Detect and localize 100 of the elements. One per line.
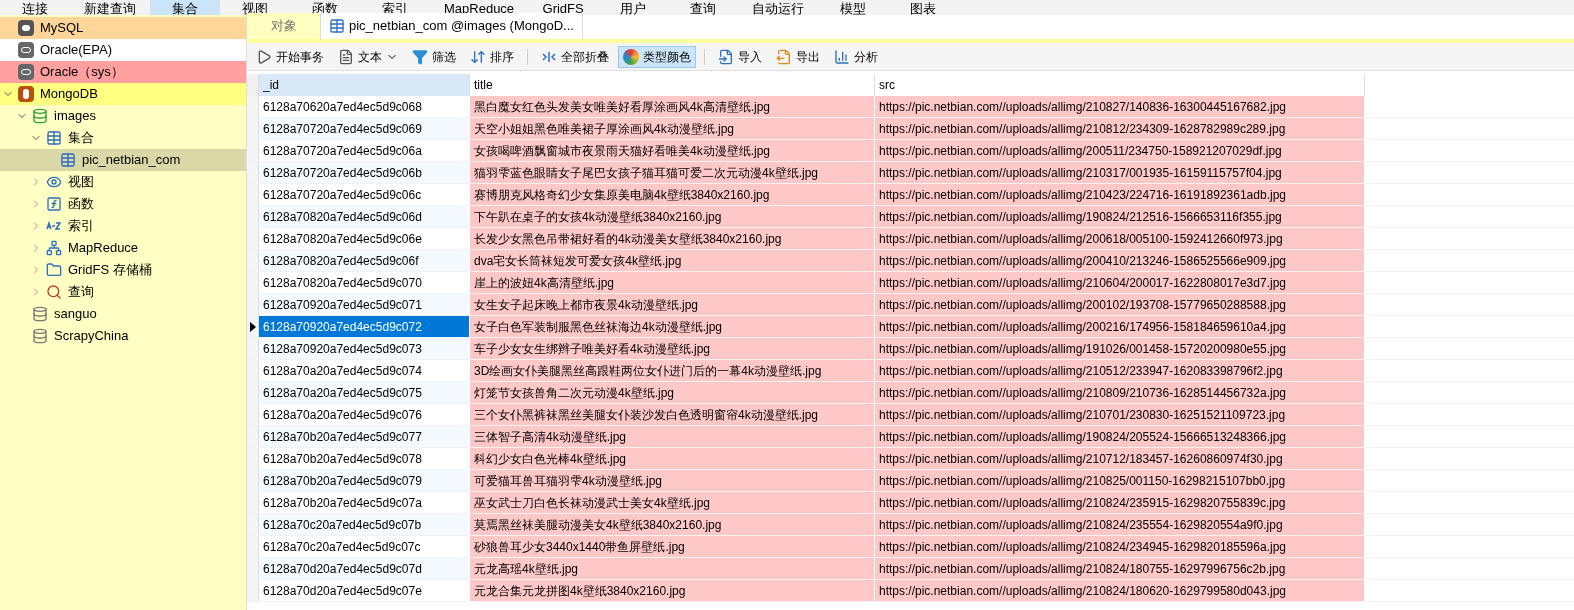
table-cell: https://pic.netbian.com//uploads/allimg/200216/174956-158184659610a4.jpg [875, 316, 1365, 337]
tree-item[interactable]: MongoDB [0, 83, 246, 105]
table-row[interactable]: 6128a70720a7ed4ec5d9c069 天空小姐姐黑色唯美裙子厚涂画风4k动漫壁纸.jpg https://pic.netbian.com//uploads/allimg/210812/234309-1628782989c289.jpg [247, 118, 1574, 140]
table-cell: 车子少女女生绑辫子唯美好看4k动漫壁纸.jpg [470, 338, 875, 359]
table-cell: 莫焉黑丝袜美腿动漫美女4k壁纸3840x2160.jpg [470, 514, 875, 535]
tree-item[interactable]: 视图 [0, 171, 246, 193]
table-cell: 三个女仆黑裤袜黑丝美腿女仆装沙发白色透明窗帘4k动漫壁纸.jpg [470, 404, 875, 425]
document-icon [338, 48, 354, 65]
tree-item[interactable]: 索引 [0, 215, 246, 237]
tree-item[interactable]: MySQL [0, 17, 246, 39]
tab[interactable]: pic_netbian_com @images (MongoD... [321, 13, 583, 39]
ribbon-tab[interactable]: 集合 [150, 0, 220, 15]
table-row[interactable]: 6128a70820a7ed4ec5d9c06f dva宅女长筒袜短发可爱女孩4k壁纸.jpg https://pic.netbian.com//uploads/allimg/200410/213246-1586525566e909.jpg [247, 250, 1574, 272]
folder-icon [46, 262, 62, 278]
tree-item[interactable]: ScrapyChina [0, 325, 246, 347]
tree-item[interactable]: GridFS 存储桶 [0, 259, 246, 281]
ribbon-tab[interactable]: 自动运行 [738, 0, 819, 15]
tree-item[interactable]: Oracle（sys） [0, 61, 246, 83]
table-cell: https://pic.netbian.com//uploads/allimg/190824/212516-1566653116f355.jpg [875, 206, 1365, 227]
tab[interactable]: 对象 [247, 13, 321, 39]
tree-item[interactable]: MapReduce [0, 237, 246, 259]
tree-item[interactable]: 查询 [0, 281, 246, 303]
table-icon [329, 18, 345, 34]
color-wheel-icon [623, 48, 639, 65]
table-row[interactable]: 6128a70a20a7ed4ec5d9c075 灯笼节女孩兽角二次元动漫4k壁纸.jpg https://pic.netbian.com//uploads/allimg/210809/210736-1628514456732a.jpg [247, 382, 1574, 404]
tree-item[interactable]: images [0, 105, 246, 127]
toolbar-button[interactable]: 类型颜色 [618, 45, 696, 68]
table-row[interactable]: 6128a70d20a7ed4ec5d9c07e 元龙合集元龙拼图4k壁纸3840x2160.jpg https://pic.netbian.com//uploads/allimg/210824/180620-1629799580d043.jpg [247, 580, 1574, 602]
ribbon-tab[interactable]: 模型 [818, 0, 889, 15]
table-cell: 6128a70b20a7ed4ec5d9c077 [259, 426, 470, 447]
query-icon [46, 284, 62, 300]
tree-item[interactable]: sanguo [0, 303, 246, 325]
toolbar-button[interactable]: 开始事务 [251, 45, 329, 68]
toolbar-button[interactable]: 导入 [713, 45, 767, 68]
column-header[interactable]: _id [259, 74, 470, 96]
table-row[interactable]: 6128a70b20a7ed4ec5d9c077 三体智子高清4k动漫壁纸.jpg https://pic.netbian.com//uploads/allimg/190824/205524-15666513248366.jpg [247, 426, 1574, 448]
table-cell: 猫羽雫蓝色眼睛女子尾巴女孩子猫耳猫可爱二次元动漫4k壁纸.jpg [470, 162, 875, 183]
bar-chart-icon [834, 48, 850, 65]
table-row[interactable]: 6128a70d20a7ed4ec5d9c07d 元龙高瑶4k壁纸.jpg https://pic.netbian.com//uploads/allimg/210824/180755-16297996756c2b.jpg [247, 558, 1574, 580]
table-cell: 长发少女黑色吊带裙好看的4k动漫美女壁纸3840x2160.jpg [470, 228, 875, 249]
table-icon [60, 152, 76, 168]
table-cell: https://pic.netbian.com//uploads/allimg/210712/183457-16260860974f30.jpg [875, 448, 1365, 469]
table-cell: 女生女子起床晚上都市夜景4k动漫壁纸.jpg [470, 294, 875, 315]
table-row[interactable]: 6128a70b20a7ed4ec5d9c07a 巫女武士刀白色长袜动漫武士美女4k壁纸.jpg https://pic.netbian.com//uploads/allimg/210824/235915-1629820755839c.jpg [247, 492, 1574, 514]
table-cell: 天空小姐姐黑色唯美裙子厚涂画风4k动漫壁纸.jpg [470, 118, 875, 139]
ribbon-tab[interactable]: 新建查询 [70, 0, 150, 15]
toolbar-button[interactable]: 分析 [829, 45, 883, 68]
table-row[interactable]: 6128a70920a7ed4ec5d9c071 女生女子起床晚上都市夜景4k动漫壁纸.jpg https://pic.netbian.com//uploads/allimg/200102/193708-15779650288588.jpg [247, 294, 1574, 316]
table-cell: 元龙高瑶4k壁纸.jpg [470, 558, 875, 579]
ribbon-tab[interactable]: 图表 [888, 0, 959, 15]
tree-item[interactable]: Oracle(EPA) [0, 39, 246, 61]
ribbon-tab[interactable]: 查询 [668, 0, 739, 15]
table-row[interactable]: 6128a70b20a7ed4ec5d9c078 科幻少女白色光棒4k壁纸.jpg https://pic.netbian.com//uploads/allimg/210712/183457-16260860974f30.jpg [247, 448, 1574, 470]
table-cell: 女子白色军装制服黑色丝袜海边4k动漫壁纸.jpg [470, 316, 875, 337]
table-cell: 科幻少女白色光棒4k壁纸.jpg [470, 448, 875, 469]
table-row[interactable]: 6128a70b20a7ed4ec5d9c079 可爱猫耳兽耳猫羽雫4k动漫壁纸.jpg https://pic.netbian.com//uploads/allimg/210825/001150-16298215107bb0.jpg [247, 470, 1574, 492]
table-cell: https://pic.netbian.com//uploads/allimg/210824/235915-1629820755839c.jpg [875, 492, 1365, 513]
table-cell: 下午趴在桌子的女孩4k动漫壁纸3840x2160.jpg [470, 206, 875, 227]
table-row[interactable]: 6128a70820a7ed4ec5d9c06e 长发少女黑色吊带裙好看的4k动漫美女壁纸3840x2160.jpg https://pic.netbian.com//uploads/allimg/200618/005100-1592412660f973.jpg [247, 228, 1574, 250]
table-cell: dva宅女长筒袜短发可爱女孩4k壁纸.jpg [470, 250, 875, 271]
table-cell: https://pic.netbian.com//uploads/allimg/210824/180620-1629799580d043.jpg [875, 580, 1365, 601]
table-row[interactable]: 6128a70720a7ed4ec5d9c06c 赛博朋克风格奇幻少女集原美电脑4k壁纸3840x2160.jpg https://pic.netbian.com//uploads/allimg/210423/224716-16191892361adb.jpg [247, 184, 1574, 206]
toolbar-button[interactable]: 全部折叠 [536, 45, 614, 68]
table-cell: 6128a70920a7ed4ec5d9c071 [259, 294, 470, 315]
toolbar-button[interactable]: 排序 [465, 45, 519, 68]
table-row[interactable]: 6128a70820a7ed4ec5d9c06d 下午趴在桌子的女孩4k动漫壁纸3840x2160.jpg https://pic.netbian.com//uploads/allimg/190824/212516-1566653116f355.jpg [247, 206, 1574, 228]
table-row[interactable]: 6128a70c20a7ed4ec5d9c07c 砂狼兽耳少女3440x1440带鱼屏壁纸.jpg https://pic.netbian.com//uploads/allimg/210824/234945-1629820185596a.jpg [247, 536, 1574, 558]
table-row[interactable]: 6128a70720a7ed4ec5d9c06a 女孩喝啤酒飘窗城市夜景雨天猫好看唯美4k动漫壁纸.jpg https://pic.netbian.com//uploads/allimg/200511/234750-158921207029df.jpg [247, 140, 1574, 162]
table-row[interactable]: 6128a70a20a7ed4ec5d9c074 3D绘画女仆美腿黑丝高跟鞋两位女仆进门后的一幕4k动漫壁纸.jpg https://pic.netbian.com//uploads/allimg/210512/233947-162083398796f2.jpg [247, 360, 1574, 382]
table-cell: 三体智子高清4k动漫壁纸.jpg [470, 426, 875, 447]
view-icon [46, 174, 62, 190]
table-row[interactable]: 6128a70720a7ed4ec5d9c06b 猫羽雫蓝色眼睛女子尾巴女孩子猫耳猫可爱二次元动漫4k壁纸.jpg https://pic.netbian.com//uploads/allimg/210317/001935-16159115757f04.jpg [247, 162, 1574, 184]
table-cell: 6128a70920a7ed4ec5d9c073 [259, 338, 470, 359]
table-row[interactable]: 6128a70820a7ed4ec5d9c070 崖上的波妞4k高清壁纸.jpg https://pic.netbian.com//uploads/allimg/210604/200017-1622808017e3d7.jpg [247, 272, 1574, 294]
toolbar-button[interactable]: 导出 [771, 45, 825, 68]
database-icon [32, 328, 48, 344]
table-row[interactable]: 6128a70a20a7ed4ec5d9c076 三个女仆黑裤袜黑丝美腿女仆装沙发白色透明窗帘4k动漫壁纸.jpg https://pic.netbian.com//uploads/allimg/210701/230830-16251521109723.jpg [247, 404, 1574, 426]
tree-item[interactable]: pic_netbian_com [0, 149, 246, 171]
table-row[interactable]: 6128a70620a7ed4ec5d9c068 黑白魔女红色头发美女唯美好看厚涂画风4k高清壁纸.jpg https://pic.netbian.com//uploads/allimg/210827/140836-16300445167682.jpg [247, 96, 1574, 118]
table-row[interactable]: 6128a70920a7ed4ec5d9c072 女子白色军装制服黑色丝袜海边4k动漫壁纸.jpg https://pic.netbian.com//uploads/allimg/200216/174956-158184659610a4.jpg [247, 316, 1574, 338]
table-row[interactable]: 6128a70c20a7ed4ec5d9c07b 莫焉黑丝袜美腿动漫美女4k壁纸3840x2160.jpg https://pic.netbian.com//uploads/allimg/210824/235554-1629820554a9f0.jpg [247, 514, 1574, 536]
table-cell: https://pic.netbian.com//uploads/allimg/210317/001935-16159115757f04.jpg [875, 162, 1365, 183]
ribbon-tab[interactable]: MapReduce [430, 0, 529, 15]
table-cell: https://pic.netbian.com//uploads/allimg/210825/001150-16298215107bb0.jpg [875, 470, 1365, 491]
tree-item[interactable]: 集合 [0, 127, 246, 149]
table-row[interactable]: 6128a70920a7ed4ec5d9c073 车子少女女生绑辫子唯美好看4k动漫壁纸.jpg https://pic.netbian.com//uploads/allimg/191026/001458-15720200980e55.jpg [247, 338, 1574, 360]
table-cell: 灯笼节女孩兽角二次元动漫4k壁纸.jpg [470, 382, 875, 403]
table-cell: 6128a70820a7ed4ec5d9c06f [259, 250, 470, 271]
toolbar-button[interactable]: 筛选 [407, 45, 461, 68]
tree-item[interactable]: 函数 [0, 193, 246, 215]
export-icon [776, 48, 792, 65]
table-cell: 6128a70b20a7ed4ec5d9c079 [259, 470, 470, 491]
toolbar-button[interactable]: 文本 [333, 45, 403, 68]
table-cell: 赛博朋克风格奇幻少女集原美电脑4k壁纸3840x2160.jpg [470, 184, 875, 205]
ribbon-tab[interactable]: GridFS [528, 0, 599, 15]
table-cell: https://pic.netbian.com//uploads/allimg/210512/233947-162083398796f2.jpg [875, 360, 1365, 381]
table-cell: 砂狼兽耳少女3440x1440带鱼屏壁纸.jpg [470, 536, 875, 557]
ribbon-tab[interactable]: 连接 [0, 0, 70, 15]
network-icon [46, 240, 62, 256]
ribbon-tab[interactable]: 用户 [598, 0, 669, 15]
